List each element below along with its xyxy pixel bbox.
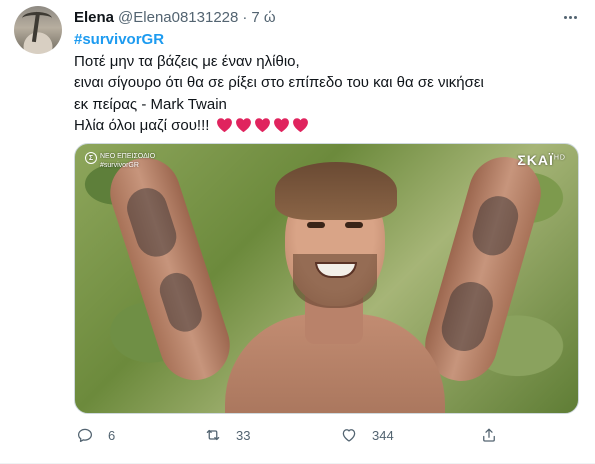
channel-logo: ΣΚΑΪHD [517, 152, 566, 168]
more-options-icon[interactable] [559, 8, 581, 26]
share-icon [483, 428, 495, 442]
photo-right-arm [416, 148, 550, 390]
red-heart-icon [254, 118, 270, 133]
photo-hair [275, 162, 397, 220]
retweet-button[interactable]: 33 [204, 426, 250, 444]
like-button[interactable]: 344 [340, 426, 394, 444]
share-button[interactable] [480, 426, 498, 444]
photo-eye [307, 222, 325, 228]
tweet-timestamp[interactable]: 7 ώ [251, 9, 275, 26]
tweet-line-4: Ηλία όλοι μαζί σου!!! [74, 117, 210, 134]
overlay-new-episode: ΝΕΟ ΕΠΕΙΣΟΔΙΟ [100, 153, 156, 160]
red-heart-icon [216, 118, 232, 133]
overlay-hashtag: #survivorGR [100, 162, 139, 169]
retweet-icon [206, 429, 220, 441]
avatar-frond-shape [22, 12, 52, 25]
more-dot [573, 15, 577, 19]
tweet-text: #survivorGR Ποτέ μην τα βάζεις με έναν η… [74, 29, 579, 137]
retweet-count: 33 [236, 427, 251, 443]
heart-emojis [216, 117, 309, 133]
photo-tattoo [155, 268, 207, 337]
user-handle[interactable]: @Elena08131228 [118, 9, 238, 26]
tweet-actions: 6 33 344 [74, 426, 495, 450]
header-separator: · [242, 8, 248, 26]
photo-tattoo [436, 276, 499, 357]
more-dot [563, 15, 567, 19]
reply-count: 6 [108, 427, 116, 443]
reply-icon [77, 428, 93, 443]
display-name[interactable]: Elena [74, 9, 114, 26]
red-heart-icon [273, 118, 289, 133]
avatar[interactable] [14, 6, 62, 54]
tweet-line-3: εκ πείρας - Mark Twain [74, 95, 227, 113]
like-count: 344 [372, 427, 394, 443]
channel-overlay-left: Σ ΝΕΟ ΕΠΕΙΣΟΔΙΟ #survivorGR [85, 152, 155, 170]
photo-tattoo [467, 191, 523, 261]
more-dot [568, 15, 572, 19]
tweet-media-image[interactable]: Σ ΝΕΟ ΕΠΕΙΣΟΔΙΟ #survivorGR ΣΚΑΪHD [74, 143, 579, 414]
photo-eye [345, 222, 363, 228]
hashtag-link[interactable]: #survivorGR [74, 31, 164, 48]
tweet-header: Elena @Elena08131228 · 7 ώ [74, 7, 276, 27]
photo-tattoo [121, 182, 182, 262]
red-heart-icon [235, 118, 251, 133]
channel-logo-text: ΣΚΑΪ [517, 152, 554, 168]
channel-logo-hd: HD [553, 154, 566, 162]
tweet[interactable]: Elena @Elena08131228 · 7 ώ #survivorGR Π… [0, 0, 595, 464]
photo-left-arm [101, 148, 239, 390]
red-heart-icon [292, 118, 308, 133]
tweet-line-2: ειναι σίγουρο ότι θα σε ρίξει στο επίπεδ… [74, 74, 484, 91]
like-icon [342, 429, 356, 442]
reply-button[interactable]: 6 [76, 426, 115, 444]
channel-badge: Σ [85, 152, 97, 164]
tweet-line-1: Ποτέ μην τα βάζεις με έναν ηλίθιο, [74, 52, 300, 70]
